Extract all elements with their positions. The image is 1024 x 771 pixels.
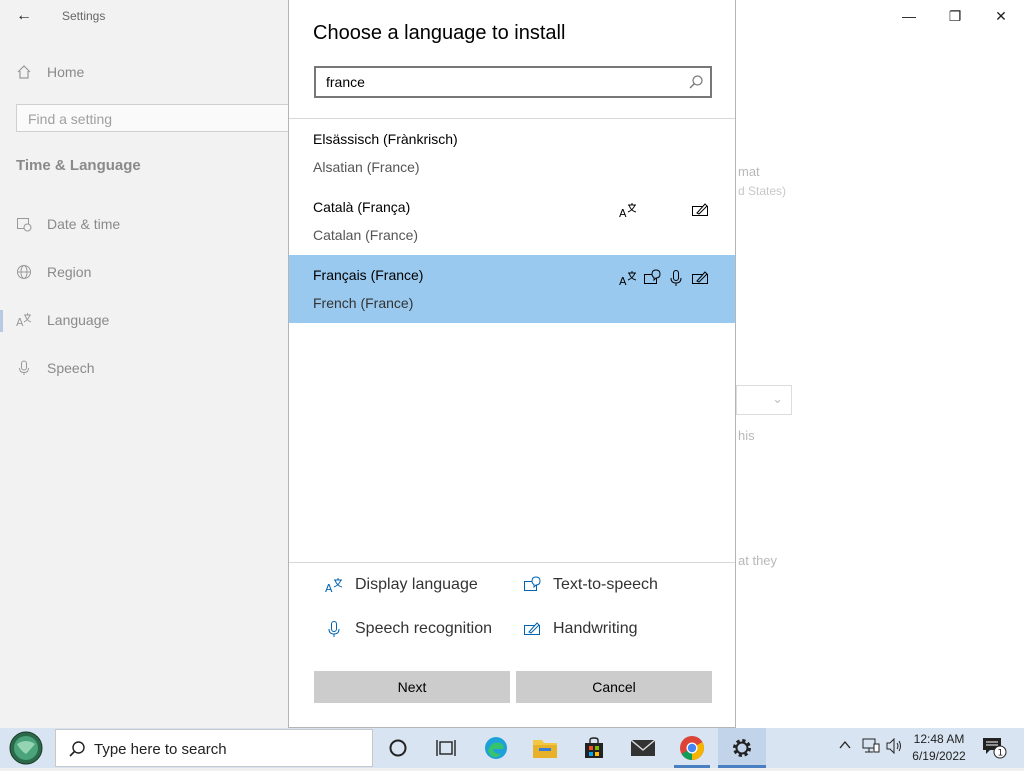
sidebar-item-language[interactable]: A Language: [16, 312, 109, 328]
globe-icon: [16, 264, 32, 280]
bg-region-text: d States): [738, 184, 787, 198]
handwriting-icon: [691, 269, 709, 287]
language-native-name: Català (França): [313, 199, 411, 215]
taskbar: Type here to search 12:48 AM 6/19/2022 1: [0, 728, 1024, 768]
chevron-up-icon[interactable]: [838, 738, 852, 755]
chevron-down-icon: ⌄: [772, 391, 783, 406]
cancel-button[interactable]: Cancel: [516, 671, 712, 703]
taskbar-clock[interactable]: 12:48 AM 6/19/2022: [904, 731, 974, 765]
sidebar-item-label: Speech: [47, 360, 95, 376]
display-language-icon: A: [325, 576, 343, 594]
language-icon: A: [16, 312, 32, 328]
text-to-speech-icon: [523, 576, 541, 594]
sidebar-item-region[interactable]: Region: [16, 264, 91, 280]
mail-icon[interactable]: [629, 734, 657, 762]
legend-label: Display language: [355, 576, 478, 593]
find-setting-placeholder: Find a setting: [28, 111, 113, 127]
sidebar-item-date-time[interactable]: Date & time: [16, 216, 120, 232]
volume-icon[interactable]: [886, 737, 904, 757]
legend-divider: [289, 562, 735, 563]
language-english-name: Catalan (France): [313, 227, 419, 243]
language-row-french[interactable]: Français (France) French (France) A: [289, 255, 735, 323]
search-icon[interactable]: [688, 74, 704, 90]
home-icon: [16, 64, 32, 80]
language-search-box[interactable]: [314, 66, 712, 98]
language-native-name: Elsässisch (Frànkrisch): [313, 131, 458, 147]
display-language-icon: A: [619, 201, 637, 220]
network-icon[interactable]: [862, 738, 880, 757]
bg-dropdown: ⌄: [736, 385, 792, 415]
language-row-alsatian[interactable]: Elsässisch (Frànkrisch) Alsatian (France…: [289, 119, 735, 187]
start-button[interactable]: [4, 730, 48, 766]
speech-recognition-icon: [667, 269, 685, 287]
legend-label: Text-to-speech: [553, 576, 658, 593]
choose-language-dialog: Choose a language to install Elsässisch …: [288, 0, 736, 728]
bg-this-text: his: [738, 428, 755, 443]
language-english-name: French (France): [313, 295, 414, 311]
legend-label: Handwriting: [553, 620, 638, 637]
dialog-title: Choose a language to install: [313, 22, 566, 44]
restore-button[interactable]: ❐: [932, 4, 978, 28]
settings-gear-icon[interactable]: [728, 734, 756, 762]
selected-indicator: [0, 310, 3, 332]
search-icon: [68, 740, 86, 758]
language-english-name: Alsatian (France): [313, 159, 420, 175]
legend-display-language: A Display language: [325, 576, 478, 594]
legend-text-to-speech: Text-to-speech: [523, 576, 658, 594]
app-title: Settings: [62, 9, 106, 23]
cortana-icon[interactable]: [384, 734, 412, 762]
notification-center-icon[interactable]: 1: [982, 736, 1008, 763]
back-arrow-icon[interactable]: ←: [14, 6, 34, 26]
nav-home[interactable]: Home: [16, 64, 84, 80]
sidebar-item-speech[interactable]: Speech: [16, 360, 94, 376]
handwriting-icon: [691, 201, 709, 219]
speech-recognition-icon: [325, 620, 343, 638]
svg-text:A: A: [16, 316, 24, 328]
calendar-clock-icon: [16, 216, 32, 232]
text-to-speech-icon: [643, 269, 661, 287]
sidebar-item-label: Date & time: [47, 216, 121, 232]
sidebar-item-label: Language: [47, 312, 110, 328]
close-button[interactable]: ✕: [978, 4, 1024, 28]
bg-format-text: mat: [738, 164, 760, 179]
task-view-icon[interactable]: [432, 734, 460, 762]
minimize-button[interactable]: —: [886, 4, 932, 28]
section-title: Time & Language: [16, 157, 141, 174]
microphone-icon: [16, 360, 32, 376]
svg-text:A: A: [325, 582, 333, 594]
svg-text:A: A: [619, 207, 627, 219]
sidebar-item-label: Region: [47, 264, 92, 280]
notification-count: 1: [998, 749, 1004, 759]
find-setting-input[interactable]: Find a setting: [16, 104, 292, 132]
clock-time: 12:48 AM: [913, 732, 965, 746]
file-explorer-icon[interactable]: [531, 734, 559, 762]
legend-handwriting: Handwriting: [523, 620, 637, 638]
language-search-input[interactable]: [326, 72, 666, 92]
taskbar-search-placeholder: Type here to search: [94, 741, 227, 758]
svg-text:A: A: [619, 275, 627, 287]
nav-home-label: Home: [47, 64, 85, 80]
legend-speech-recognition: Speech recognition: [325, 620, 492, 638]
chrome-icon[interactable]: [678, 734, 706, 762]
language-native-name: Français (France): [313, 267, 424, 283]
clock-date: 6/19/2022: [912, 749, 966, 763]
display-language-icon: A: [619, 269, 637, 288]
edge-browser-icon[interactable]: [482, 734, 510, 762]
microsoft-store-icon[interactable]: [580, 734, 608, 762]
bg-they-text: at they: [738, 553, 778, 568]
taskbar-search-box[interactable]: Type here to search: [55, 729, 373, 767]
handwriting-icon: [523, 620, 541, 638]
legend-label: Speech recognition: [355, 620, 492, 637]
next-button[interactable]: Next: [314, 671, 510, 703]
language-row-catalan[interactable]: Català (França) Catalan (France) A: [289, 187, 735, 255]
